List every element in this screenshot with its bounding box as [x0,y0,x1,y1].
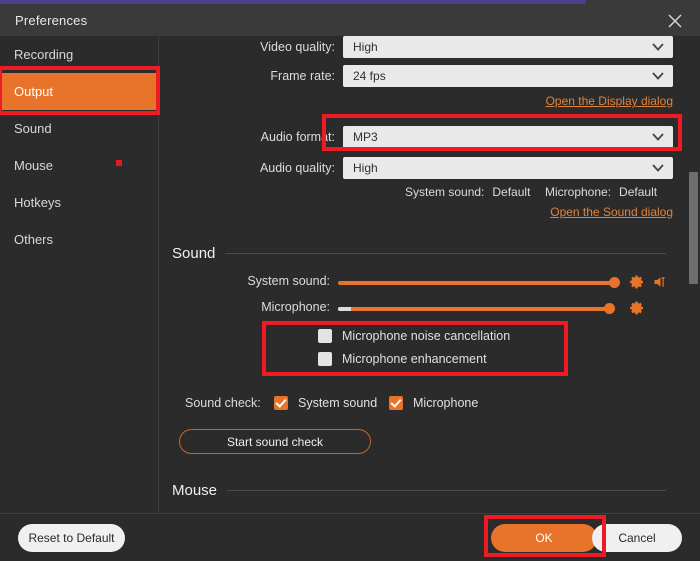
microphone-enhancement-label: Microphone enhancement [342,352,487,366]
chevron-down-icon [651,70,665,84]
display-dialog-row: Open the Display dialog [160,94,673,108]
system-sound-slider-row: System sound: [160,274,330,288]
microphone-device-value: Default [619,185,657,199]
video-quality-value: High [353,40,378,54]
frame-rate-value: 24 fps [353,69,386,83]
sidebar-item-label: Hotkeys [14,195,61,210]
ok-label: OK [535,531,552,545]
audio-quality-value: High [353,161,378,175]
chevron-down-icon [651,162,665,176]
section-divider [227,490,666,491]
sound-check-row: Sound check: [185,396,261,410]
frame-rate-select[interactable]: 24 fps [343,65,673,87]
sidebar-item-label: Recording [14,47,73,62]
sound-check-system-sound-checkbox[interactable] [274,396,288,410]
audio-format-select[interactable]: MP3 [343,126,673,148]
audio-format-row: Audio format: MP3 [160,126,682,148]
start-sound-check-button[interactable]: Start sound check [179,429,371,454]
preferences-dialog: Preferences Recording Output Sound Mouse… [0,0,700,561]
reset-to-default-button[interactable]: Reset to Default [18,524,125,552]
frame-rate-label: Frame rate: [160,69,335,83]
system-sound-slider[interactable] [338,281,614,285]
audio-quality-row: Audio quality: High [160,157,682,179]
system-sound-gear-icon[interactable] [629,274,645,295]
sound-check-label: Sound check: [185,396,261,410]
microphone-slider-label: Microphone: [160,300,330,314]
sidebar-item-output[interactable]: Output [0,73,158,110]
audio-format-value: MP3 [353,130,378,144]
sidebar-item-hotkeys[interactable]: Hotkeys [0,184,158,221]
close-icon[interactable] [660,8,690,34]
sidebar-item-badge-dot [116,160,122,166]
section-divider [225,253,666,254]
sound-check-system-sound-row[interactable]: System sound [274,396,377,410]
noise-cancellation-checkbox-row[interactable]: Microphone noise cancellation [318,329,510,343]
sound-section-header: Sound [172,245,666,262]
open-sound-dialog-link[interactable]: Open the Sound dialog [550,205,673,219]
video-quality-label: Video quality: [160,40,335,54]
reset-to-default-label: Reset to Default [28,531,114,545]
microphone-enhancement-checkbox-row[interactable]: Microphone enhancement [318,352,487,366]
sidebar: Recording Output Sound Mouse Hotkeys Oth… [0,36,159,513]
cancel-label: Cancel [618,531,655,545]
cancel-button[interactable]: Cancel [592,524,682,552]
chevron-down-icon [651,131,665,145]
sidebar-item-label: Others [14,232,53,247]
video-quality-row: Video quality: High [160,36,682,58]
audio-quality-select[interactable]: High [343,157,673,179]
settings-panel: Video quality: High Frame rate: 24 fps O… [160,36,700,513]
video-quality-select[interactable]: High [343,36,673,58]
sound-dialog-row: Open the Sound dialog [160,205,673,219]
sidebar-item-label: Mouse [14,158,53,173]
title-bar: Preferences [0,4,700,36]
microphone-device-label: Microphone: [545,185,611,199]
microphone-slider[interactable] [338,307,609,311]
sound-section-title: Sound [172,245,215,262]
scrollbar-thumb[interactable] [689,172,698,284]
sound-check-microphone-row[interactable]: Microphone [389,396,478,410]
dialog-footer: Reset to Default OK Cancel [0,513,700,561]
audio-quality-label: Audio quality: [160,161,335,175]
chevron-down-icon [651,41,665,55]
sidebar-item-recording[interactable]: Recording [0,36,158,73]
sidebar-item-label: Output [14,84,53,99]
microphone-gear-icon[interactable] [629,300,645,321]
ok-button[interactable]: OK [491,524,597,552]
system-sound-device-row: System sound: Default [405,185,530,199]
mouse-section-header: Mouse [172,482,666,499]
system-sound-slider-knob[interactable] [609,277,620,288]
noise-cancellation-checkbox[interactable] [318,329,332,343]
open-display-dialog-link[interactable]: Open the Display dialog [546,94,673,108]
sound-check-system-sound-label: System sound [298,396,377,410]
system-sound-device-label: System sound: [405,185,484,199]
frame-rate-row: Frame rate: 24 fps [160,65,682,87]
sidebar-item-others[interactable]: Others [0,221,158,258]
microphone-slider-knob[interactable] [604,303,615,314]
window-title: Preferences [15,13,87,28]
start-sound-check-label: Start sound check [227,435,323,449]
microphone-enhancement-checkbox[interactable] [318,352,332,366]
noise-cancellation-label: Microphone noise cancellation [342,329,510,343]
system-sound-slider-label: System sound: [160,274,330,288]
sidebar-item-label: Sound [14,121,52,136]
microphone-slider-row: Microphone: [160,300,330,314]
sound-check-microphone-checkbox[interactable] [389,396,403,410]
audio-format-label: Audio format: [160,130,335,144]
sound-check-microphone-label: Microphone [413,396,478,410]
microphone-device-row: Microphone: Default [545,185,657,199]
sidebar-item-mouse[interactable]: Mouse [0,147,158,184]
sidebar-item-sound[interactable]: Sound [0,110,158,147]
speaker-icon[interactable] [652,274,669,295]
system-sound-device-value: Default [492,185,530,199]
mouse-section-title: Mouse [172,482,217,499]
